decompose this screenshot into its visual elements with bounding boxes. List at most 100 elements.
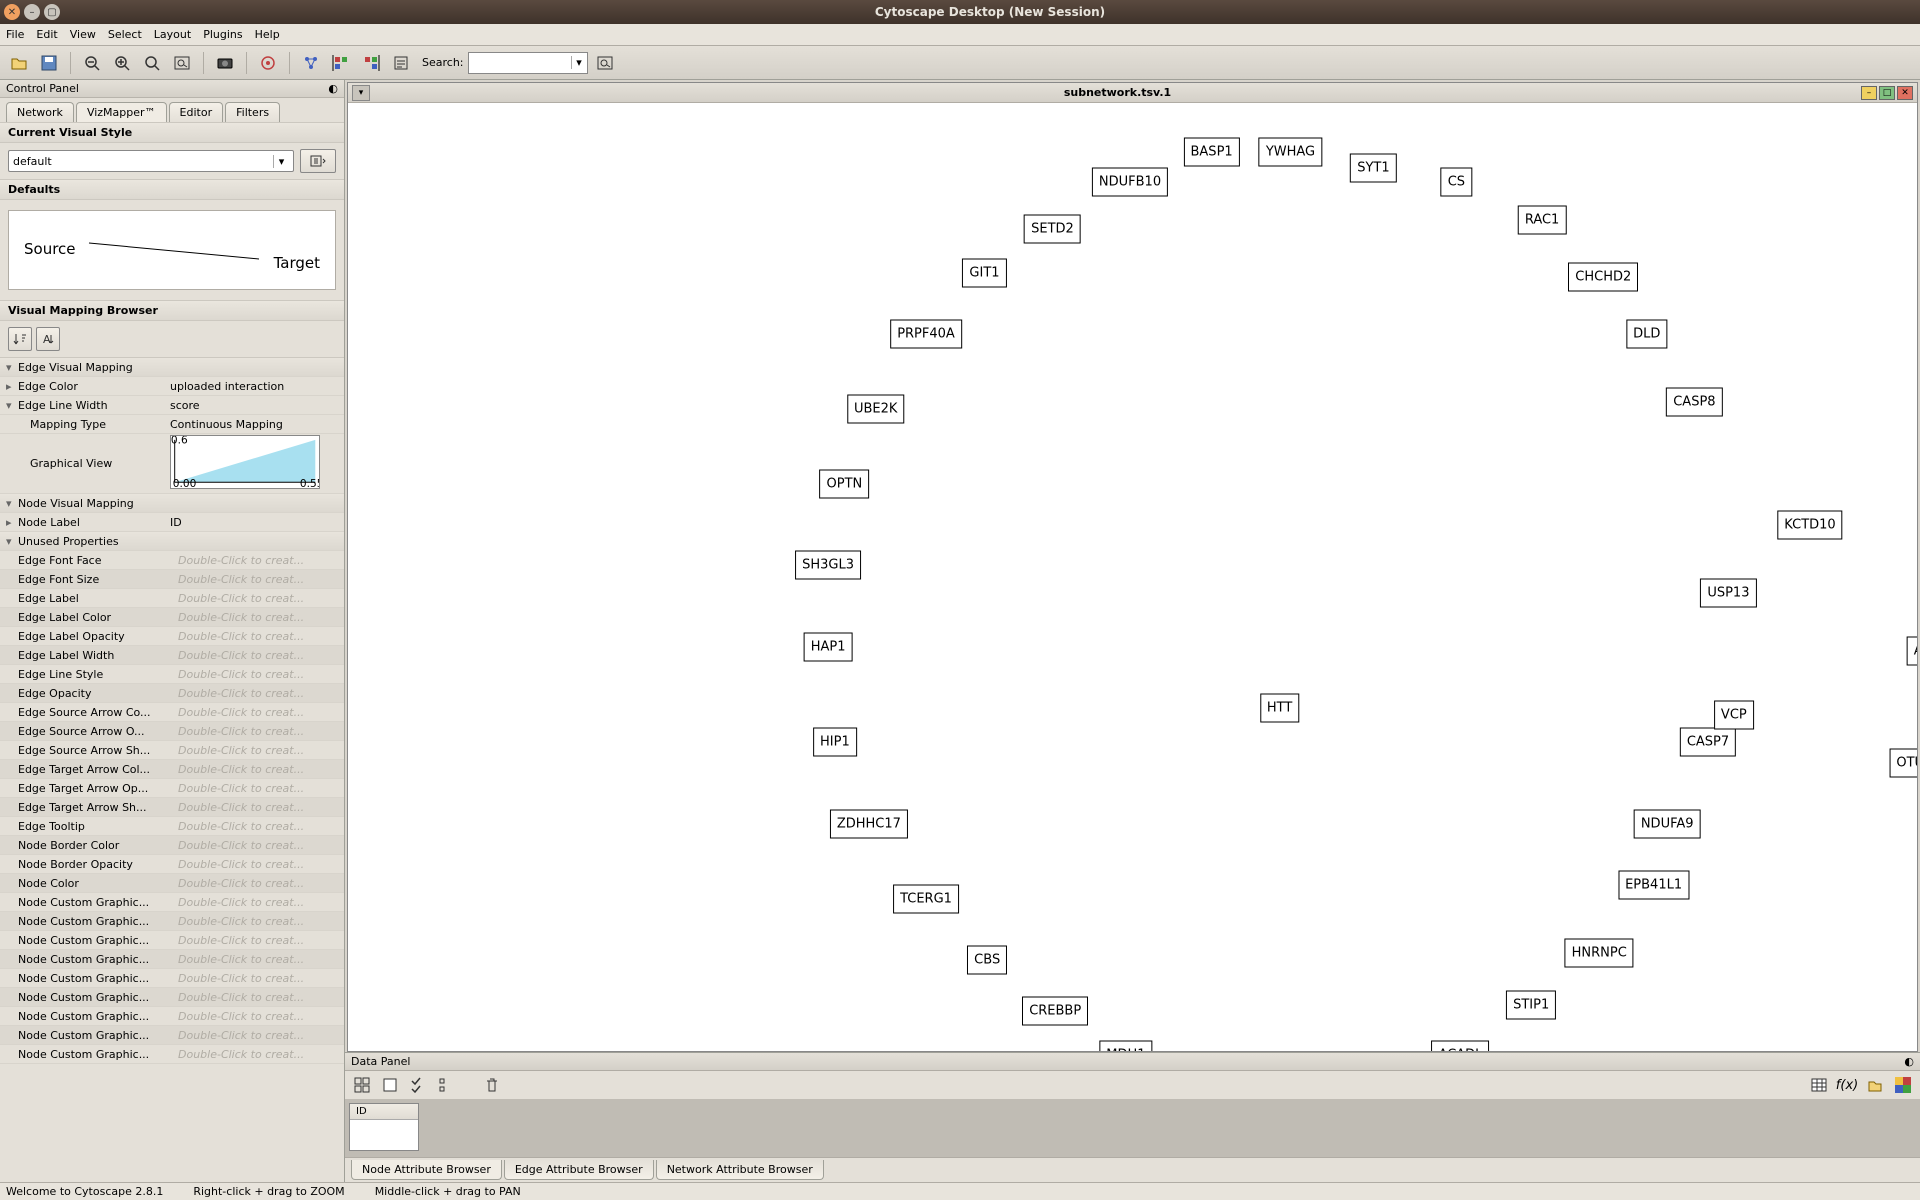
vmb-row-node-label[interactable]: ▸Node LabelID (0, 513, 344, 532)
network-node[interactable]: ACADL (1432, 1041, 1490, 1052)
network-node[interactable]: HIP1 (813, 728, 857, 757)
network-node[interactable]: GIT1 (962, 259, 1006, 288)
vmb-unused-row[interactable]: Node Custom Graphic...Double-Click to cr… (0, 893, 344, 912)
network-node[interactable]: EPB41L1 (1618, 871, 1689, 900)
vmb-unused-row[interactable]: Edge Label ColorDouble-Click to creat... (0, 608, 344, 627)
network-node[interactable]: OTUB2 (1889, 748, 1917, 777)
network-node[interactable]: KCTD10 (1777, 510, 1842, 539)
network-node[interactable]: UBE2K (847, 395, 904, 424)
panel-menu-icon[interactable]: ◐ (328, 82, 338, 95)
network-node[interactable]: CASP8 (1666, 388, 1722, 417)
window-minimize-button[interactable]: – (24, 4, 40, 20)
network-node[interactable]: YWHAG (1259, 137, 1322, 166)
visual-style-select[interactable]: default ▾ (8, 150, 294, 172)
dp-select-attributes-button[interactable] (351, 1074, 373, 1096)
frame-close-button[interactable]: ✕ (1897, 86, 1913, 100)
chevron-down-icon[interactable]: ▾ (571, 56, 587, 69)
window-maximize-button[interactable]: ▢ (44, 4, 60, 20)
menu-layout[interactable]: Layout (154, 28, 191, 41)
open-button[interactable] (6, 50, 32, 76)
tab-editor[interactable]: Editor (169, 102, 224, 122)
network-node[interactable]: VCP (1714, 701, 1754, 730)
network-node[interactable]: NDUFA9 (1634, 809, 1701, 838)
tab-vizmapper[interactable]: VizMapper™ (76, 102, 167, 122)
dp-unselect-all-button[interactable] (435, 1074, 457, 1096)
network-node[interactable]: OPTN (820, 469, 870, 498)
vmb-sort-button[interactable] (8, 327, 32, 351)
network-node-atxn3[interactable]: ATXN3 (1907, 637, 1917, 666)
vmb-unused-row[interactable]: Edge Line StyleDouble-Click to creat... (0, 665, 344, 684)
network-node[interactable]: SETD2 (1024, 215, 1081, 244)
tab-node-attribute-browser[interactable]: Node Attribute Browser (351, 1160, 502, 1180)
frame-menu-button[interactable]: ▾ (352, 85, 370, 101)
menu-plugins[interactable]: Plugins (203, 28, 242, 41)
dp-function-button[interactable]: f(x) (1836, 1074, 1858, 1096)
birds-eye-button[interactable] (255, 50, 281, 76)
chevron-down-icon[interactable]: ▾ (273, 155, 289, 168)
new-network-button[interactable] (298, 50, 324, 76)
tab-filters[interactable]: Filters (225, 102, 280, 122)
vmb-unused-row[interactable]: Edge TooltipDouble-Click to creat... (0, 817, 344, 836)
vmb-unused-row[interactable]: Edge Target Arrow Col...Double-Click to … (0, 760, 344, 779)
network-node[interactable]: PRPF40A (890, 320, 962, 349)
menu-select[interactable]: Select (108, 28, 142, 41)
vmb-unused-row[interactable]: Node Custom Graphic...Double-Click to cr… (0, 1045, 344, 1064)
vmb-sort-alpha-button[interactable]: A (36, 327, 60, 351)
dp-delete-button[interactable] (481, 1074, 503, 1096)
vmb-unused-row[interactable]: Edge Label OpacityDouble-Click to creat.… (0, 627, 344, 646)
search-input[interactable]: ▾ (468, 52, 588, 74)
frame-maximize-button[interactable]: □ (1879, 86, 1895, 100)
network-node[interactable]: SYT1 (1350, 154, 1396, 183)
network-node[interactable]: STIP1 (1506, 990, 1556, 1019)
zoom-out-button[interactable] (79, 50, 105, 76)
network-node[interactable]: CBS (967, 945, 1007, 974)
dp-new-attribute-button[interactable] (379, 1074, 401, 1096)
vmb-unused-row[interactable]: Node ColorDouble-Click to creat... (0, 874, 344, 893)
align-right-button[interactable] (358, 50, 384, 76)
vmb-header-node[interactable]: ▾Node Visual Mapping (0, 494, 344, 513)
network-node[interactable]: HNRNPC (1565, 939, 1634, 968)
vmb-row-edge-line-width[interactable]: ▾Edge Line Widthscore (0, 396, 344, 415)
menu-file[interactable]: File (6, 28, 24, 41)
vmb-unused-row[interactable]: Node Border ColorDouble-Click to creat..… (0, 836, 344, 855)
vmb-unused-row[interactable]: Edge Source Arrow Co...Double-Click to c… (0, 703, 344, 722)
vmb-unused-row[interactable]: Node Custom Graphic...Double-Click to cr… (0, 969, 344, 988)
vmb-unused-row[interactable]: Edge Font SizeDouble-Click to creat... (0, 570, 344, 589)
vmb-header-edge[interactable]: ▾Edge Visual Mapping (0, 358, 344, 377)
vmb-row-edge-color[interactable]: ▸Edge Coloruploaded interaction (0, 377, 344, 396)
dp-spreadsheet-button[interactable] (1808, 1074, 1830, 1096)
network-node[interactable]: DLD (1626, 320, 1667, 349)
vmb-unused-row[interactable]: Node Border OpacityDouble-Click to creat… (0, 855, 344, 874)
vmb-unused-row[interactable]: Edge Label WidthDouble-Click to creat... (0, 646, 344, 665)
data-table[interactable]: ID (349, 1103, 419, 1151)
zoom-in-button[interactable] (109, 50, 135, 76)
vmb-unused-row[interactable]: Edge LabelDouble-Click to creat... (0, 589, 344, 608)
network-node[interactable]: CHCHD2 (1568, 263, 1638, 292)
vmb-unused-row[interactable]: Edge Source Arrow O...Double-Click to cr… (0, 722, 344, 741)
vmb-unused-row[interactable]: Node Custom Graphic...Double-Click to cr… (0, 912, 344, 931)
menu-edit[interactable]: Edit (36, 28, 57, 41)
dp-heatmap-button[interactable] (1892, 1074, 1914, 1096)
preferences-button[interactable] (388, 50, 414, 76)
screenshot-button[interactable] (212, 50, 238, 76)
menu-help[interactable]: Help (255, 28, 280, 41)
network-node[interactable]: CS (1441, 167, 1472, 196)
save-button[interactable] (36, 50, 62, 76)
vmb-header-unused[interactable]: ▾Unused Properties (0, 532, 344, 551)
window-close-button[interactable]: ✕ (4, 4, 20, 20)
network-node[interactable]: RAC1 (1518, 205, 1567, 234)
vmb-unused-row[interactable]: Edge Target Arrow Sh...Double-Click to c… (0, 798, 344, 817)
search-config-button[interactable] (592, 50, 618, 76)
vmb-unused-row[interactable]: Node Custom Graphic...Double-Click to cr… (0, 931, 344, 950)
network-node[interactable]: SH3GL3 (795, 551, 861, 580)
zoom-fit-selected-button[interactable] (139, 50, 165, 76)
network-node[interactable]: BASP1 (1184, 137, 1240, 166)
menu-view[interactable]: View (70, 28, 96, 41)
vmb-unused-row[interactable]: Node Custom Graphic...Double-Click to cr… (0, 1007, 344, 1026)
panel-menu-icon[interactable]: ◐ (1904, 1055, 1914, 1068)
tab-network-attribute-browser[interactable]: Network Attribute Browser (656, 1160, 824, 1180)
tab-edge-attribute-browser[interactable]: Edge Attribute Browser (504, 1160, 654, 1180)
vmb-row-mapping-type[interactable]: Mapping TypeContinuous Mapping (0, 415, 344, 434)
defaults-preview[interactable]: Source Target (8, 210, 336, 290)
tab-network[interactable]: Network (6, 102, 74, 122)
